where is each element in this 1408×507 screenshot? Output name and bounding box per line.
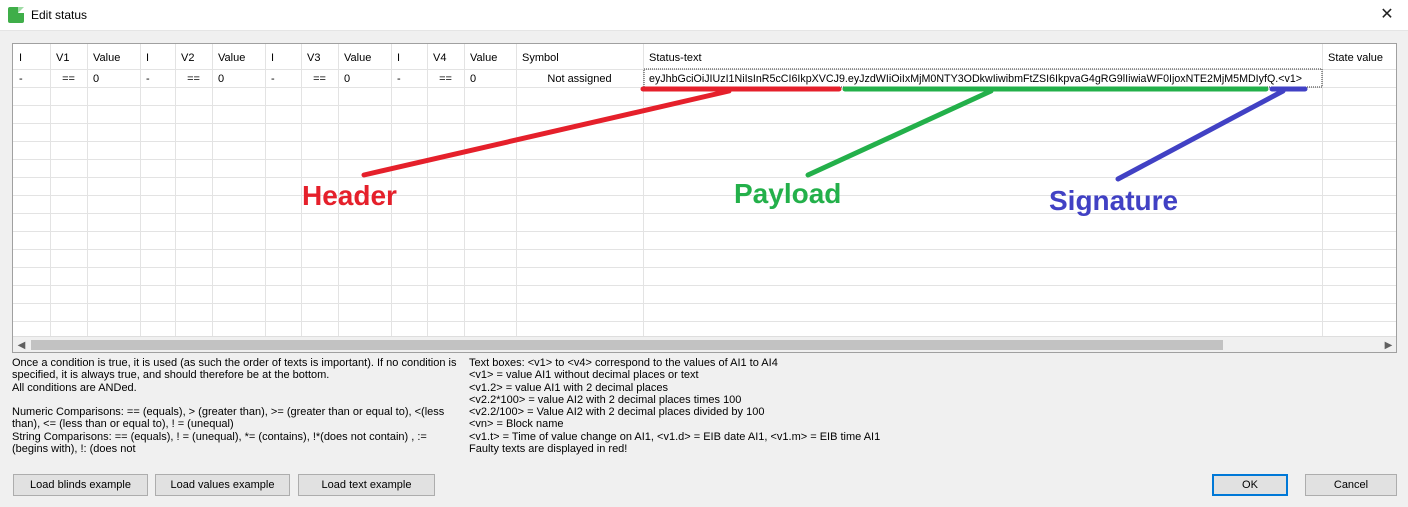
status-table[interactable]: I V1 Value I V2 Value I V3 Value I V4 Value Symbol St… [13, 44, 1397, 336]
header-label: Header [302, 180, 397, 211]
table-cell[interactable]: == [439, 73, 452, 85]
scroll-right-icon[interactable]: ▶ [1380, 337, 1396, 352]
scroll-left-icon[interactable]: ◀ [13, 337, 30, 352]
column-header[interactable]: I [397, 52, 400, 64]
scrollbar-thumb[interactable] [31, 340, 1223, 350]
payload-label: Payload [734, 178, 841, 209]
table-cell[interactable]: 0 [93, 73, 99, 85]
table-cell[interactable]: == [187, 73, 200, 85]
column-header[interactable]: Value [93, 52, 120, 64]
column-header[interactable]: V3 [307, 52, 320, 64]
signature-label: Signature [1049, 185, 1178, 216]
window-title: Edit status [31, 8, 88, 22]
table-cell[interactable]: - [397, 73, 401, 85]
payload-arrow [805, 88, 994, 178]
app-icon [8, 7, 24, 23]
column-header[interactable]: Value [470, 52, 497, 64]
load-text-example-button[interactable]: Load text example [298, 474, 435, 496]
status-grid[interactable]: I V1 Value I V2 Value I V3 Value I V4 Value Symbol St… [12, 43, 1397, 353]
help-textboxes-text: Text boxes: <v1> to <v4> correspond to t… [469, 357, 881, 456]
table-cell[interactable]: - [271, 73, 275, 85]
table-cell[interactable]: Not assigned [547, 73, 611, 85]
table-cell[interactable]: == [313, 73, 326, 85]
table-cell[interactable]: - [146, 73, 150, 85]
column-header[interactable]: Symbol [522, 52, 559, 64]
column-header[interactable]: State value [1328, 52, 1383, 64]
table-cell[interactable]: == [62, 73, 75, 85]
header-arrow [361, 88, 732, 178]
load-blinds-example-button[interactable]: Load blinds example [13, 474, 148, 496]
help-conditions-text: Once a condition is true, it is used (as… [12, 357, 457, 456]
table-cell[interactable]: - [19, 73, 23, 85]
column-header[interactable]: Value [218, 52, 245, 64]
column-header[interactable]: I [146, 52, 149, 64]
column-header[interactable]: Status-text [649, 52, 702, 64]
status-text-cell[interactable]: eyJhbGciOiJIUzI1NiIsInR5cCI6IkpXVCJ9.eyJ… [649, 73, 1302, 85]
column-header[interactable]: I [19, 52, 22, 64]
column-header[interactable]: I [271, 52, 274, 64]
table-cell[interactable]: 0 [470, 73, 476, 85]
column-header[interactable]: V4 [433, 52, 446, 64]
horizontal-scrollbar[interactable]: ◀ ▶ [13, 336, 1396, 352]
title-bar: Edit status ✕ [0, 0, 1408, 31]
column-header[interactable]: V2 [181, 52, 194, 64]
table-cell[interactable]: 0 [344, 73, 350, 85]
cancel-button[interactable]: Cancel [1305, 474, 1397, 496]
ok-button[interactable]: OK [1212, 474, 1288, 496]
signature-arrow [1115, 88, 1286, 182]
table-cell[interactable]: 0 [218, 73, 224, 85]
load-values-example-button[interactable]: Load values example [155, 474, 290, 496]
column-header[interactable]: Value [344, 52, 371, 64]
column-header[interactable]: V1 [56, 52, 69, 64]
close-icon[interactable]: ✕ [1376, 4, 1398, 26]
